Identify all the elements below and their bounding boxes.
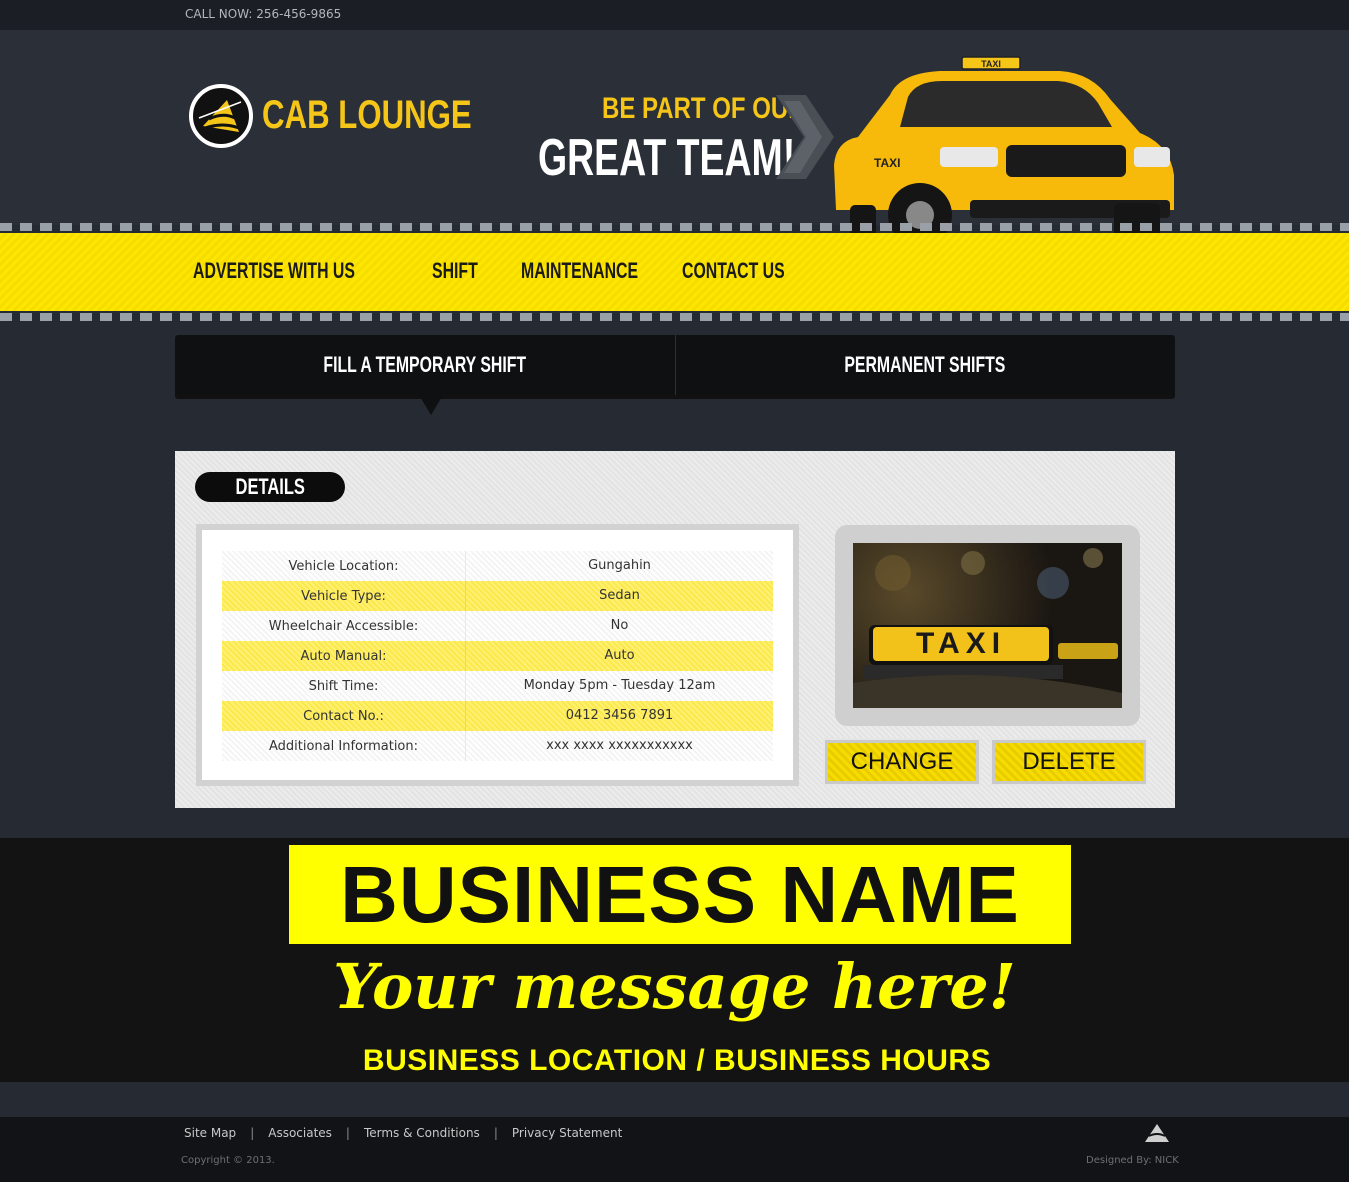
footer-link-associates[interactable]: Associates xyxy=(268,1126,332,1140)
business-message: Your message here! xyxy=(333,950,1016,1023)
details-table: Vehicle Location: Gungahin Vehicle Type:… xyxy=(196,524,799,786)
row-label: Vehicle Location: xyxy=(288,558,399,574)
row-value: xxx xxxx xxxxxxxxxxx xyxy=(465,731,773,761)
table-row: Auto Manual: Auto xyxy=(222,641,773,671)
copyright: Copyright © 2013. xyxy=(181,1155,275,1166)
row-value: 0412 3456 7891 xyxy=(465,701,773,731)
svg-text:TAXI: TAXI xyxy=(874,156,900,170)
designed-by: Designed By: NICK xyxy=(1086,1155,1179,1166)
tab-permanent-shifts[interactable]: PERMANENT SHIFTS xyxy=(674,335,1176,395)
row-value: No xyxy=(465,611,773,641)
separator: | xyxy=(250,1126,255,1140)
details-heading: DETAILS xyxy=(195,472,345,502)
footer-links: Site Map | Associates | Terms & Conditio… xyxy=(184,1126,622,1140)
change-button[interactable]: CHANGE xyxy=(825,740,979,784)
table-row: Vehicle Type: Sedan xyxy=(222,581,773,611)
main-nav: ADVERTISE WITH US SHIFT MAINTENANCE CONT… xyxy=(193,258,887,284)
row-label: Wheelchair Accessible: xyxy=(268,618,419,634)
taxi-photo: TAXI xyxy=(853,543,1122,708)
row-label: Additional Information: xyxy=(268,738,419,754)
business-location-hours: BUSINESS LOCATION / BUSINESS HOURS xyxy=(362,1044,992,1077)
call-now-text: CALL NOW: 256-456-9865 xyxy=(185,7,342,21)
business-name-box: BUSINESS NAME xyxy=(289,845,1071,944)
row-value: Gungahin xyxy=(465,551,773,581)
details-table-inner: Vehicle Location: Gungahin Vehicle Type:… xyxy=(202,530,793,780)
footer-logo-icon xyxy=(1145,1124,1169,1142)
row-label: Contact No.: xyxy=(303,708,384,724)
tab-fill-temporary-shift[interactable]: FILL A TEMPORARY SHIFT xyxy=(175,335,675,395)
nav-contact-us[interactable]: CONTACT US xyxy=(682,258,785,284)
row-label: Shift Time: xyxy=(308,678,379,694)
hero-line-2: GREAT TEAM! xyxy=(538,129,796,187)
shift-tabs: FILL A TEMPORARY SHIFT PERMANENT SHIFTS xyxy=(175,335,1175,395)
row-label: Auto Manual: xyxy=(300,648,387,664)
tab-label: PERMANENT SHIFTS xyxy=(844,352,1006,377)
nav-advertise-with-us[interactable]: ADVERTISE WITH US xyxy=(193,258,355,284)
footer-link-privacy[interactable]: Privacy Statement xyxy=(512,1126,622,1140)
row-value: Sedan xyxy=(465,581,773,611)
separator: | xyxy=(345,1126,350,1140)
table-row: Wheelchair Accessible: No xyxy=(222,611,773,641)
divider-bottom xyxy=(0,313,1349,321)
nav-shift[interactable]: SHIFT xyxy=(432,258,478,284)
table-row: Contact No.: 0412 3456 7891 xyxy=(222,701,773,731)
row-value: Monday 5pm - Tuesday 12am xyxy=(465,671,773,701)
footer-link-site-map[interactable]: Site Map xyxy=(184,1126,236,1140)
details-title: DETAILS xyxy=(235,474,305,499)
table-row: Vehicle Location: Gungahin xyxy=(222,551,773,581)
svg-text:TAXI: TAXI xyxy=(981,59,1001,69)
table-row: Additional Information: xxx xxxx xxxxxxx… xyxy=(222,731,773,761)
brand-name[interactable]: CAB LOUNGE xyxy=(262,93,472,138)
taxi-sign-text: TAXI xyxy=(915,627,1007,660)
table-row: Shift Time: Monday 5pm - Tuesday 12am xyxy=(222,671,773,701)
divider-top xyxy=(0,223,1349,231)
active-tab-pointer xyxy=(419,395,443,415)
row-value: Auto xyxy=(465,641,773,671)
taxi-car-icon: TAXI TAXI xyxy=(834,56,1174,247)
row-label: Vehicle Type: xyxy=(301,588,386,604)
separator: | xyxy=(493,1126,498,1140)
logo-icon[interactable] xyxy=(189,84,253,148)
nav-maintenance[interactable]: MAINTENANCE xyxy=(521,258,638,284)
chevron-arrows-icon xyxy=(776,95,834,179)
tab-label: FILL A TEMPORARY SHIFT xyxy=(323,352,527,377)
delete-button[interactable]: DELETE xyxy=(992,740,1146,784)
top-bar: CALL NOW: 256-456-9865 xyxy=(0,0,1349,30)
footer-link-terms[interactable]: Terms & Conditions xyxy=(364,1126,480,1140)
business-name: BUSINESS NAME xyxy=(340,850,1020,939)
